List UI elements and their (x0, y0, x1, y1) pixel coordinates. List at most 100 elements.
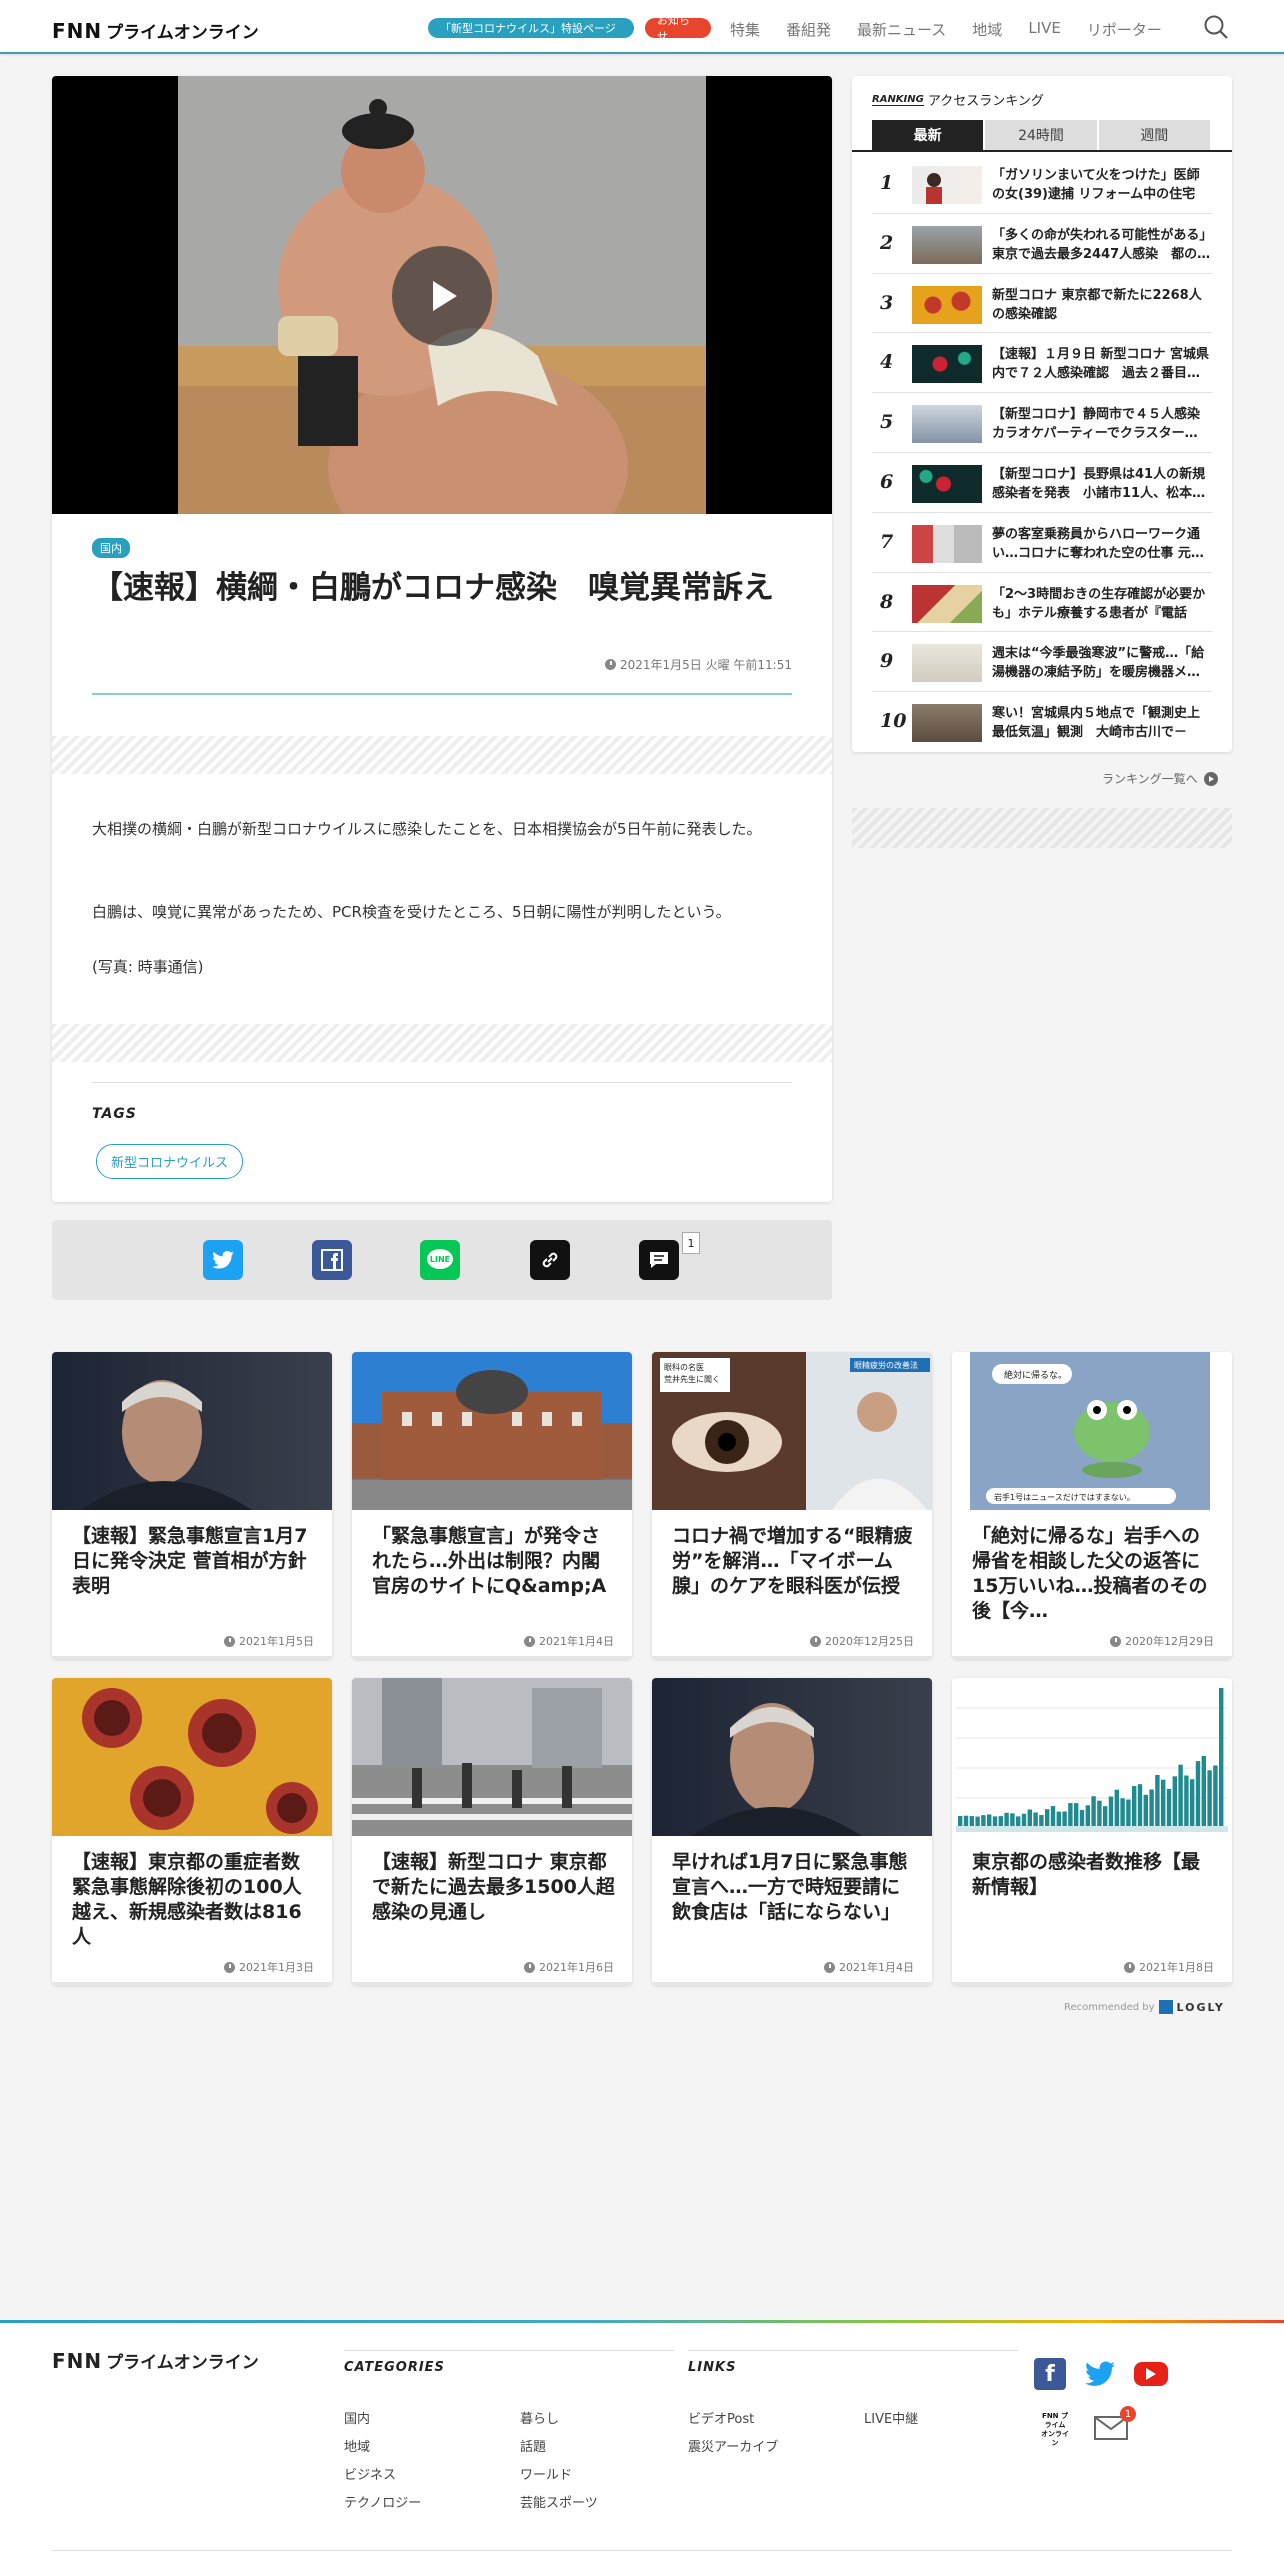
tag-chip-covid[interactable]: 新型コロナウイルス (96, 1144, 244, 1179)
app-icon[interactable]: FNN プライム オンライン (1040, 2412, 1070, 2447)
recommended-title: 「絶対に帰るな」岩手への帰省を相談した父の返答に15万いいね…投稿者のその後【今… (972, 1525, 1208, 1622)
ranking-item[interactable]: 9 週末は“今季最強寒波”に警戒…「給湯機器の凍結予防」を暖房機器メ… (872, 632, 1212, 693)
nav-live[interactable]: LIVE (1028, 19, 1061, 40)
thumb-bar (1010, 1813, 1015, 1826)
recommended-image (52, 1678, 332, 1836)
nav-reporter[interactable]: リポーター (1087, 19, 1162, 40)
facebook-share-button[interactable] (312, 1240, 352, 1280)
tab-weekly[interactable]: 週間 (1098, 120, 1210, 150)
recommended-card[interactable]: 【速報】新型コロナ 東京都で新たに過去最多1500人超感染の見通し 2021年1… (352, 1678, 632, 1985)
site-logo[interactable]: FNN プライムオンライン (52, 18, 259, 44)
footer-link-topics[interactable]: 話題 (520, 2436, 546, 2455)
ranking-title: 【新型コロナ】長野県は41人の新規感染者を発表 小諸市11人、松本… (992, 466, 1206, 501)
recommended-date: 2020年12月29日 (1110, 1633, 1214, 1649)
recommended-card[interactable]: 絶対に帰るな。 岩手1号はニュースだけではすまない。 「絶対に帰るな」岩手への帰… (952, 1352, 1232, 1659)
facebook-icon[interactable]: f (1034, 2358, 1066, 2390)
ranking-item[interactable]: 3 新型コロナ 東京都で新たに2268人の感染確認 (872, 274, 1212, 334)
footer-link-life[interactable]: 暮らし (520, 2408, 559, 2427)
footer-link-video-post[interactable]: ビデオPost (688, 2408, 754, 2427)
video-player[interactable] (52, 76, 832, 514)
article-paragraph-2: 白鵬は、嗅覚に異常があったため、PCR検査を受けたところ、5日朝に陽性が判明した… (92, 903, 731, 921)
recommended-card[interactable]: 東京都の感染者数推移【最新情報】 2021年1月8日 (952, 1678, 1232, 1985)
logo-fnn: FNN (52, 18, 103, 43)
mail-envelope-icon (1095, 2417, 1127, 2431)
tab-24h[interactable]: 24時間 (985, 120, 1097, 150)
special-page-pill[interactable]: 「新型コロナウイルス」特設ページ (428, 18, 634, 38)
thumb-portrait (926, 173, 942, 204)
recommended-date-text: 2021年1月6日 (539, 1961, 614, 1974)
ranking-number: 3 (880, 291, 894, 314)
ranking-item[interactable]: 5 【新型コロナ】静岡市で４５人感染 カラオケパーティーでクラスター… (872, 393, 1212, 453)
ranking-item[interactable]: 2 「多くの命が失われる可能性がある」東京で過去最多2447人感染 都の… (872, 214, 1212, 274)
ranking-item[interactable]: 10 寒い！宮城県内５地点で「観測史上最低気温」観測 大崎市古川で－１… (872, 692, 1212, 752)
tab-latest[interactable]: 最新 (872, 120, 984, 150)
footer-link-technology[interactable]: テクノロジー (344, 2492, 421, 2511)
clock-icon (1110, 1635, 1121, 1647)
youtube-icon[interactable] (1134, 2362, 1168, 2386)
copy-link-button[interactable] (530, 1240, 570, 1280)
footer-link-live[interactable]: LIVE中継 (864, 2408, 918, 2427)
recommended-date: 2021年1月4日 (524, 1633, 614, 1649)
comment-icon (650, 1252, 668, 1268)
play-button[interactable] (392, 246, 492, 346)
category-badge[interactable]: 国内 (92, 538, 130, 558)
footer-link-domestic[interactable]: 国内 (344, 2408, 370, 2427)
ranking-number: 2 (880, 231, 894, 254)
recommended-card[interactable]: 【速報】東京都の重症者数 緊急事態解除後初の100人越え、新規感染者数は816人… (52, 1678, 332, 1985)
recommended-date: 2020年12月25日 (810, 1633, 914, 1649)
thumb-bar (1079, 1809, 1085, 1826)
recommended-card[interactable]: 【速報】緊急事態宣言1月7日に発令決定 菅首相が方針表明 2021年1月5日 (52, 1352, 332, 1659)
footer-link-entertainment[interactable]: 芸能スポーツ (520, 2492, 598, 2511)
card-bottom-bar (352, 1656, 632, 1659)
twitter-icon[interactable] (1084, 2358, 1116, 2390)
thumb-bar (1085, 1805, 1090, 1826)
chat-reply-text: 岩手1号はニュースだけではすまない。 (994, 1492, 1135, 1502)
footer-link-region[interactable]: 地域 (344, 2436, 370, 2455)
thumb-bar (1027, 1809, 1032, 1826)
footer-link-business[interactable]: ビジネス (344, 2464, 396, 2483)
site-header: FNN プライムオンライン 「新型コロナウイルス」特設ページ お知らせ 特集 番… (0, 0, 1284, 54)
ranking-item[interactable]: 1 「ガソリンまいて火をつけた」医師の女(39)逮捕 リフォーム中の住宅に… (872, 154, 1212, 214)
recommended-card[interactable]: 眼科の名医 荒井先生に聞く 眼精疲労の改善法 コロナ禍で増加する“眼精疲労”を解… (652, 1352, 932, 1659)
footer-link-disaster-archive[interactable]: 震災アーカイブ (688, 2436, 778, 2455)
nav-latest-news[interactable]: 最新ニュース (857, 19, 946, 40)
ranking-item[interactable]: 4 【速報】１月９日 新型コロナ 宮城県内で７２人感染確認 過去２番目… (872, 333, 1212, 394)
comment-button[interactable] (639, 1240, 679, 1280)
ranking-thumbnail (912, 524, 982, 563)
ranking-item[interactable]: 8 「2～3時間おきの生存確認が必要かも」ホテル療養する患者が『電話出… (872, 573, 1212, 633)
recommended-card[interactable]: 早ければ1月7日に緊急事態宣言へ…一方で時短要請に飲食店は「話にならない」 20… (652, 1678, 932, 1985)
nav-features[interactable]: 特集 (730, 19, 760, 40)
thumb-suga (82, 1380, 252, 1510)
ranking-title: 週末は“今季最強寒波”に警戒…「給湯機器の凍結予防」を暖房機器メ… (992, 646, 1205, 681)
article-date: 2021年1月5日 火曜 午前11:51 (604, 656, 792, 673)
recommended-title: 東京都の感染者数推移【最新情報】 (972, 1851, 1201, 1898)
recommended-card[interactable]: 「緊急事態宣言」が発令されたら…外出は制限？内閣官房のサイトにQ&amp;A 2… (352, 1352, 632, 1659)
recommended-date: 2021年1月8日 (1124, 1959, 1214, 1975)
thumb-bar (998, 1816, 1003, 1826)
card-bottom-bar (352, 1982, 632, 1985)
twitter-share-button[interactable] (203, 1240, 243, 1280)
thumb-bar (1114, 1789, 1119, 1826)
main-nav: 特集 番組発 最新ニュース 地域 LIVE リポーター (730, 19, 1188, 40)
nav-programs[interactable]: 番組発 (786, 19, 831, 40)
footer-logo[interactable]: FNN プライムオンライン (52, 2348, 259, 2374)
thumb-bar (987, 1814, 992, 1826)
share-bar: LINE 1 (52, 1220, 832, 1300)
search-icon[interactable] (1202, 13, 1230, 41)
ranking-item[interactable]: 7 夢の客室乗務員からハローワーク通い…コロナに奪われた空の仕事 元… (872, 513, 1212, 573)
recommended-image: 眼科の名医 荒井先生に聞く 眼精疲労の改善法 (652, 1352, 932, 1510)
thumb-bar (1045, 1809, 1050, 1826)
thumb-eye-doctor: 眼科の名医 荒井先生に聞く 眼精疲労の改善法 (660, 1358, 930, 1510)
ranking-more-link[interactable]: ランキング一覧へ (1102, 770, 1218, 787)
nav-region[interactable]: 地域 (972, 19, 1002, 40)
ranking-number: 9 (880, 650, 894, 673)
ranking-item[interactable]: 6 【新型コロナ】長野県は41人の新規感染者を発表 小諸市11人、松本… (872, 453, 1212, 513)
line-share-button[interactable]: LINE (420, 1240, 460, 1280)
footer-link-world[interactable]: ワールド (520, 2464, 572, 2483)
card-bottom-bar (52, 1656, 332, 1659)
notice-pill[interactable]: お知らせ (645, 14, 711, 43)
recommended-by[interactable]: Recommended by LOGLY (1064, 2000, 1225, 2014)
thumb-bar (1074, 1803, 1079, 1826)
line-icon-text: LINE (430, 1255, 450, 1264)
thumb-line-chat: 絶対に帰るな。 岩手1号はニュースだけではすまない。 (970, 1352, 1210, 1510)
